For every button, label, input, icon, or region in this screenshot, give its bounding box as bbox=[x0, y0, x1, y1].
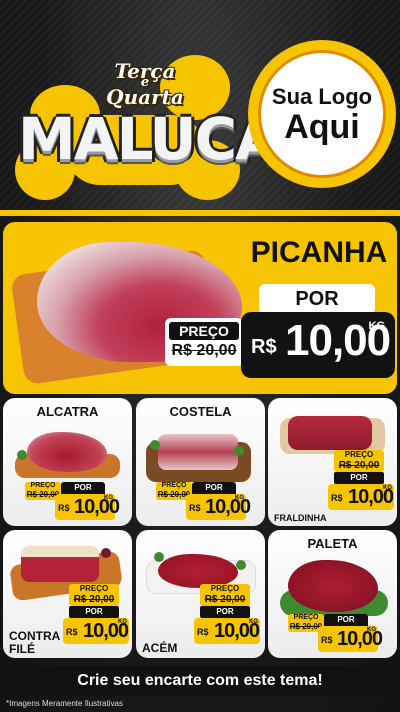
price-tag: PREÇO R$ 20,00 POR R$ 10,00 KG bbox=[288, 614, 383, 656]
unit: KG bbox=[118, 619, 127, 625]
product-card-acem: PREÇO R$ 20,00 POR R$ 10,00 KG ACÉM bbox=[136, 530, 265, 658]
featured-por-label: POR bbox=[259, 284, 375, 314]
old-price: R$ 20,00 bbox=[338, 460, 380, 471]
unit: KG bbox=[235, 495, 244, 501]
por-label: POR bbox=[192, 482, 236, 494]
price-tag: PREÇO R$ 20,00 POR R$ 10,00 KG bbox=[156, 482, 251, 524]
preco-label: PREÇO bbox=[210, 584, 240, 593]
unit: KG bbox=[104, 495, 113, 501]
product-name: COSTELA bbox=[169, 404, 232, 419]
price-tag: PREÇO R$ 20,00 POR R$ 10,00 KG bbox=[328, 450, 397, 510]
featured-price-box: R$ 10,00 KG bbox=[241, 312, 395, 378]
product-card-costela: COSTELA PREÇO R$ 20,00 POR R$ 10,00 KG bbox=[136, 398, 265, 526]
currency: R$ bbox=[66, 627, 78, 637]
preco-label: PREÇO bbox=[161, 482, 187, 489]
currency: R$ bbox=[58, 503, 70, 513]
product-card-fraldinha: PREÇO R$ 20,00 POR R$ 10,00 KG FRALDINHA bbox=[268, 398, 397, 526]
featured-unit: KG bbox=[368, 320, 386, 332]
por-label: POR bbox=[334, 472, 384, 484]
featured-old-price: R$ 20,00 bbox=[171, 342, 237, 359]
price-tag: PREÇO R$ 20,00 POR R$ 10,00 KG bbox=[63, 584, 132, 644]
logo-text-line1: Sua Logo bbox=[271, 84, 373, 109]
currency: R$ bbox=[331, 493, 343, 503]
product-name-line2: FILÉ bbox=[9, 642, 35, 656]
preco-label: PREÇO bbox=[30, 482, 56, 489]
product-name: CONTRA FILÉ bbox=[9, 630, 60, 656]
unit: KG bbox=[249, 619, 258, 625]
por-label: POR bbox=[324, 614, 368, 626]
featured-old-price-box: PREÇO R$ 20,00 bbox=[165, 318, 243, 366]
old-price: R$ 20,00 bbox=[73, 594, 115, 605]
title-artwork: Terça e Quarta MALUCA bbox=[10, 45, 280, 215]
por-label: POR bbox=[61, 482, 105, 494]
featured-product-card: PICANHA POR PREÇO R$ 20,00 R$ 10,00 KG bbox=[3, 222, 397, 394]
por-label: POR bbox=[69, 606, 119, 618]
unit: KG bbox=[367, 627, 376, 633]
por-label: POR bbox=[200, 606, 250, 618]
price-tag: PREÇO R$ 20,00 POR R$ 10,00 KG bbox=[194, 584, 264, 644]
header: Terça e Quarta MALUCA Sua Logo Aqui bbox=[0, 0, 400, 212]
currency: R$ bbox=[321, 635, 333, 645]
product-card-paleta: PALETA PREÇO R$ 20,00 POR R$ 10,00 KG bbox=[268, 530, 397, 658]
product-card-alcatra: ALCATRA PREÇO R$ 20,00 POR R$ 10,00 KG bbox=[3, 398, 132, 526]
currency: R$ bbox=[197, 627, 209, 637]
cta-banner[interactable]: Crie seu encarte com este tema! bbox=[3, 666, 397, 696]
unit: KG bbox=[383, 485, 392, 491]
preco-label: PREÇO bbox=[79, 584, 109, 593]
featured-preco-label: PREÇO bbox=[169, 322, 239, 340]
preco-label: PREÇO bbox=[344, 450, 374, 459]
featured-product-name: PICANHA bbox=[250, 236, 388, 269]
product-name: ALCATRA bbox=[36, 404, 99, 419]
logo-placeholder: Sua Logo Aqui bbox=[248, 40, 396, 188]
header-divider bbox=[0, 210, 400, 216]
product-name: PALETA bbox=[307, 536, 358, 551]
currency: R$ bbox=[189, 503, 201, 513]
product-name: FRALDINHA bbox=[274, 513, 327, 523]
title-main: MALUCA bbox=[18, 105, 280, 173]
preco-label: PREÇO bbox=[293, 614, 319, 621]
product-name: ACÉM bbox=[142, 641, 178, 655]
old-price: R$ 20,00 bbox=[204, 594, 246, 605]
price-tag: PREÇO R$ 20,00 POR R$ 10,00 KG bbox=[25, 482, 120, 524]
flyer-page: Terça e Quarta MALUCA Sua Logo Aqui PICA… bbox=[0, 0, 400, 712]
featured-currency: R$ bbox=[251, 336, 277, 358]
disclaimer: *Imagens Meramente Ilustrativas bbox=[6, 699, 123, 708]
logo-text-line2: Aqui bbox=[284, 108, 360, 146]
product-card-contra-file: PREÇO R$ 20,00 POR R$ 10,00 KG CONTRA FILÉ bbox=[3, 530, 132, 658]
